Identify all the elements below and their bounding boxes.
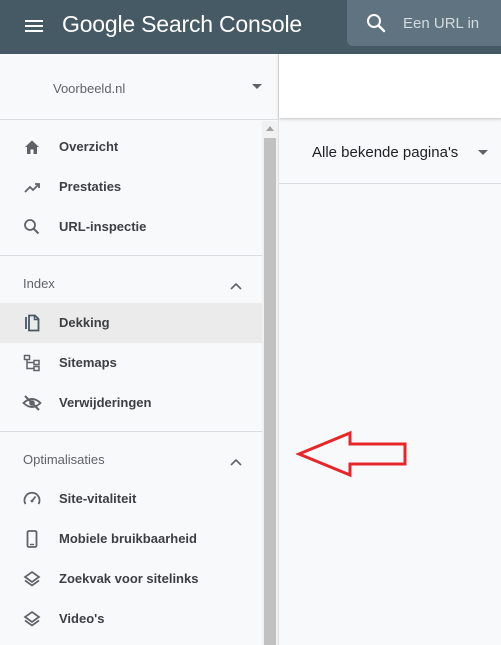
sidebar-item-url-inspectie[interactable]: URL-inspectie bbox=[0, 207, 262, 247]
filter-label: Alle bekende pagina's bbox=[312, 144, 459, 161]
sidebar-item-label: Video's bbox=[59, 611, 105, 626]
sidebar-item-zoekvak-sitelinks[interactable]: Zoekvak voor sitelinks bbox=[0, 559, 262, 599]
sidebar-item-label: Overzicht bbox=[59, 139, 119, 154]
search-input[interactable] bbox=[403, 12, 501, 34]
main-content: Alle bekende pagina's bbox=[278, 54, 501, 645]
sidebar-item-videos[interactable]: Video's bbox=[0, 599, 262, 639]
section-label: Optimalisaties bbox=[23, 452, 105, 467]
sidebar-item-mobiele-bruikbaarheid[interactable]: Mobiele bruikbaarheid bbox=[0, 519, 262, 559]
section-header-index[interactable]: Index bbox=[0, 258, 262, 308]
sidebar-item-label: Sitemaps bbox=[59, 355, 117, 370]
sidebar-item-site-vitaliteit[interactable]: Site-vitaliteit bbox=[0, 479, 262, 519]
sidebar-item-label: Zoekvak voor sitelinks bbox=[59, 571, 199, 586]
section-label: Index bbox=[23, 276, 55, 291]
home-icon bbox=[22, 137, 42, 157]
sidebar-item-prestaties[interactable]: Prestaties bbox=[0, 167, 262, 207]
layers-icon bbox=[22, 569, 42, 589]
sidebar-item-verwijderingen[interactable]: Verwijderingen bbox=[0, 383, 262, 423]
sidebar-nav: Overzicht Prestaties URL-inspectie Index… bbox=[0, 121, 278, 645]
sidebar-item-sitemaps[interactable]: Sitemaps bbox=[0, 343, 262, 383]
sidebar-item-label: URL-inspectie bbox=[59, 219, 147, 234]
sidebar-item-label: Prestaties bbox=[59, 179, 122, 194]
scroll-up-arrow-icon[interactable] bbox=[266, 126, 274, 131]
chevron-up-icon bbox=[229, 278, 243, 290]
sidebar-item-label: Site-vitaliteit bbox=[59, 491, 137, 506]
scrollbar-thumb[interactable] bbox=[264, 138, 276, 645]
app-title: Google Search Console bbox=[62, 11, 303, 37]
chevron-up-icon bbox=[229, 454, 243, 466]
smartphone-icon bbox=[22, 529, 42, 549]
caret-down-icon bbox=[252, 84, 262, 89]
sidebar-item-label: Mobiele bruikbaarheid bbox=[59, 531, 197, 546]
copy-pages-icon bbox=[22, 313, 42, 333]
hamburger-menu-icon[interactable] bbox=[24, 15, 46, 37]
url-inspect-search[interactable] bbox=[347, 0, 501, 46]
header-card bbox=[279, 54, 501, 118]
search-icon bbox=[365, 12, 387, 34]
sitemap-icon bbox=[22, 353, 42, 373]
top-app-bar: Google Search Console bbox=[0, 0, 501, 54]
divider bbox=[0, 431, 262, 432]
sidebar-item-label: Verwijderingen bbox=[59, 395, 152, 410]
sidebar-item-dekking[interactable]: Dekking bbox=[0, 303, 262, 343]
layers-icon bbox=[22, 609, 42, 629]
property-selector[interactable]: Voorbeeld.nl bbox=[0, 54, 278, 120]
section-header-optimalisaties[interactable]: Optimalisaties bbox=[0, 434, 262, 484]
sidebar-scrollbar[interactable] bbox=[262, 121, 278, 645]
sidebar-item-overzicht[interactable]: Overzicht bbox=[0, 127, 262, 167]
page-filter-dropdown[interactable]: Alle bekende pagina's bbox=[279, 126, 501, 184]
trending-up-icon bbox=[22, 177, 42, 197]
sidebar-item-label: Dekking bbox=[59, 315, 110, 330]
divider bbox=[0, 255, 262, 256]
red-arrow-annotation bbox=[295, 430, 408, 478]
search-icon bbox=[22, 217, 42, 237]
speedometer-icon bbox=[22, 489, 42, 509]
eye-off-icon bbox=[22, 393, 42, 413]
caret-down-icon bbox=[478, 150, 488, 155]
property-name: Voorbeeld.nl bbox=[53, 81, 126, 96]
